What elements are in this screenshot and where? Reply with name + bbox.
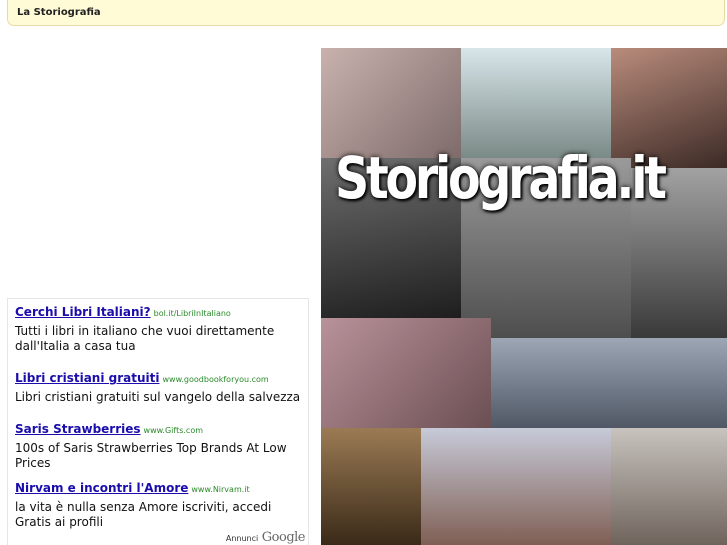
photo-tile xyxy=(611,428,727,545)
photo-tile xyxy=(321,428,421,545)
ad-title-link[interactable]: Saris Strawberries xyxy=(15,422,141,436)
ad-description: 100s of Saris Strawberries Top Brands At… xyxy=(15,441,287,470)
google-logo: Google xyxy=(261,530,306,545)
ad-title-link[interactable]: Libri cristiani gratuiti xyxy=(15,371,159,385)
ad-item[interactable]: Nirvam e incontri l'Amore www.Nirvam.it l… xyxy=(15,481,305,530)
page-title: La Storiografia xyxy=(17,7,101,18)
photo-tile xyxy=(321,48,461,158)
annunci-label: Annunci xyxy=(225,534,259,543)
ad-url[interactable]: www.Nirvam.it xyxy=(191,485,249,494)
ads-by-google[interactable]: Annunci Google xyxy=(225,530,306,545)
ad-url[interactable]: www.Gifts.com xyxy=(144,426,203,435)
ad-url[interactable]: bol.it/LibriInItaliano xyxy=(154,309,231,318)
ad-item[interactable]: Saris Strawberries www.Gifts.com 100s of … xyxy=(15,422,305,471)
hero-title: Storiografia.it xyxy=(335,144,667,212)
ad-description: la vita è nulla senza Amore iscriviti, a… xyxy=(15,500,272,529)
photo-tile xyxy=(461,48,611,158)
photo-tile xyxy=(321,318,491,428)
photo-tile xyxy=(491,338,727,428)
top-bar: La Storiografia xyxy=(7,0,725,26)
ad-url[interactable]: www.goodbookforyou.com xyxy=(162,375,268,384)
ad-title-link[interactable]: Cerchi Libri Italiani? xyxy=(15,305,151,319)
hero-collage: Storiografia.it xyxy=(321,48,727,545)
ad-description: Tutti i libri in italiano che vuoi diret… xyxy=(15,324,275,353)
ad-item[interactable]: Cerchi Libri Italiani? bol.it/LibriInItal… xyxy=(15,305,305,354)
photo-tile xyxy=(421,428,611,545)
ad-item[interactable]: Libri cristiani gratuiti www.goodbookfory… xyxy=(15,371,305,405)
ad-title-link[interactable]: Nirvam e incontri l'Amore xyxy=(15,481,188,495)
ad-description: Libri cristiani gratuiti sul vangelo del… xyxy=(15,390,301,404)
ads-panel: Cerchi Libri Italiani? bol.it/LibriInItal… xyxy=(7,298,309,545)
